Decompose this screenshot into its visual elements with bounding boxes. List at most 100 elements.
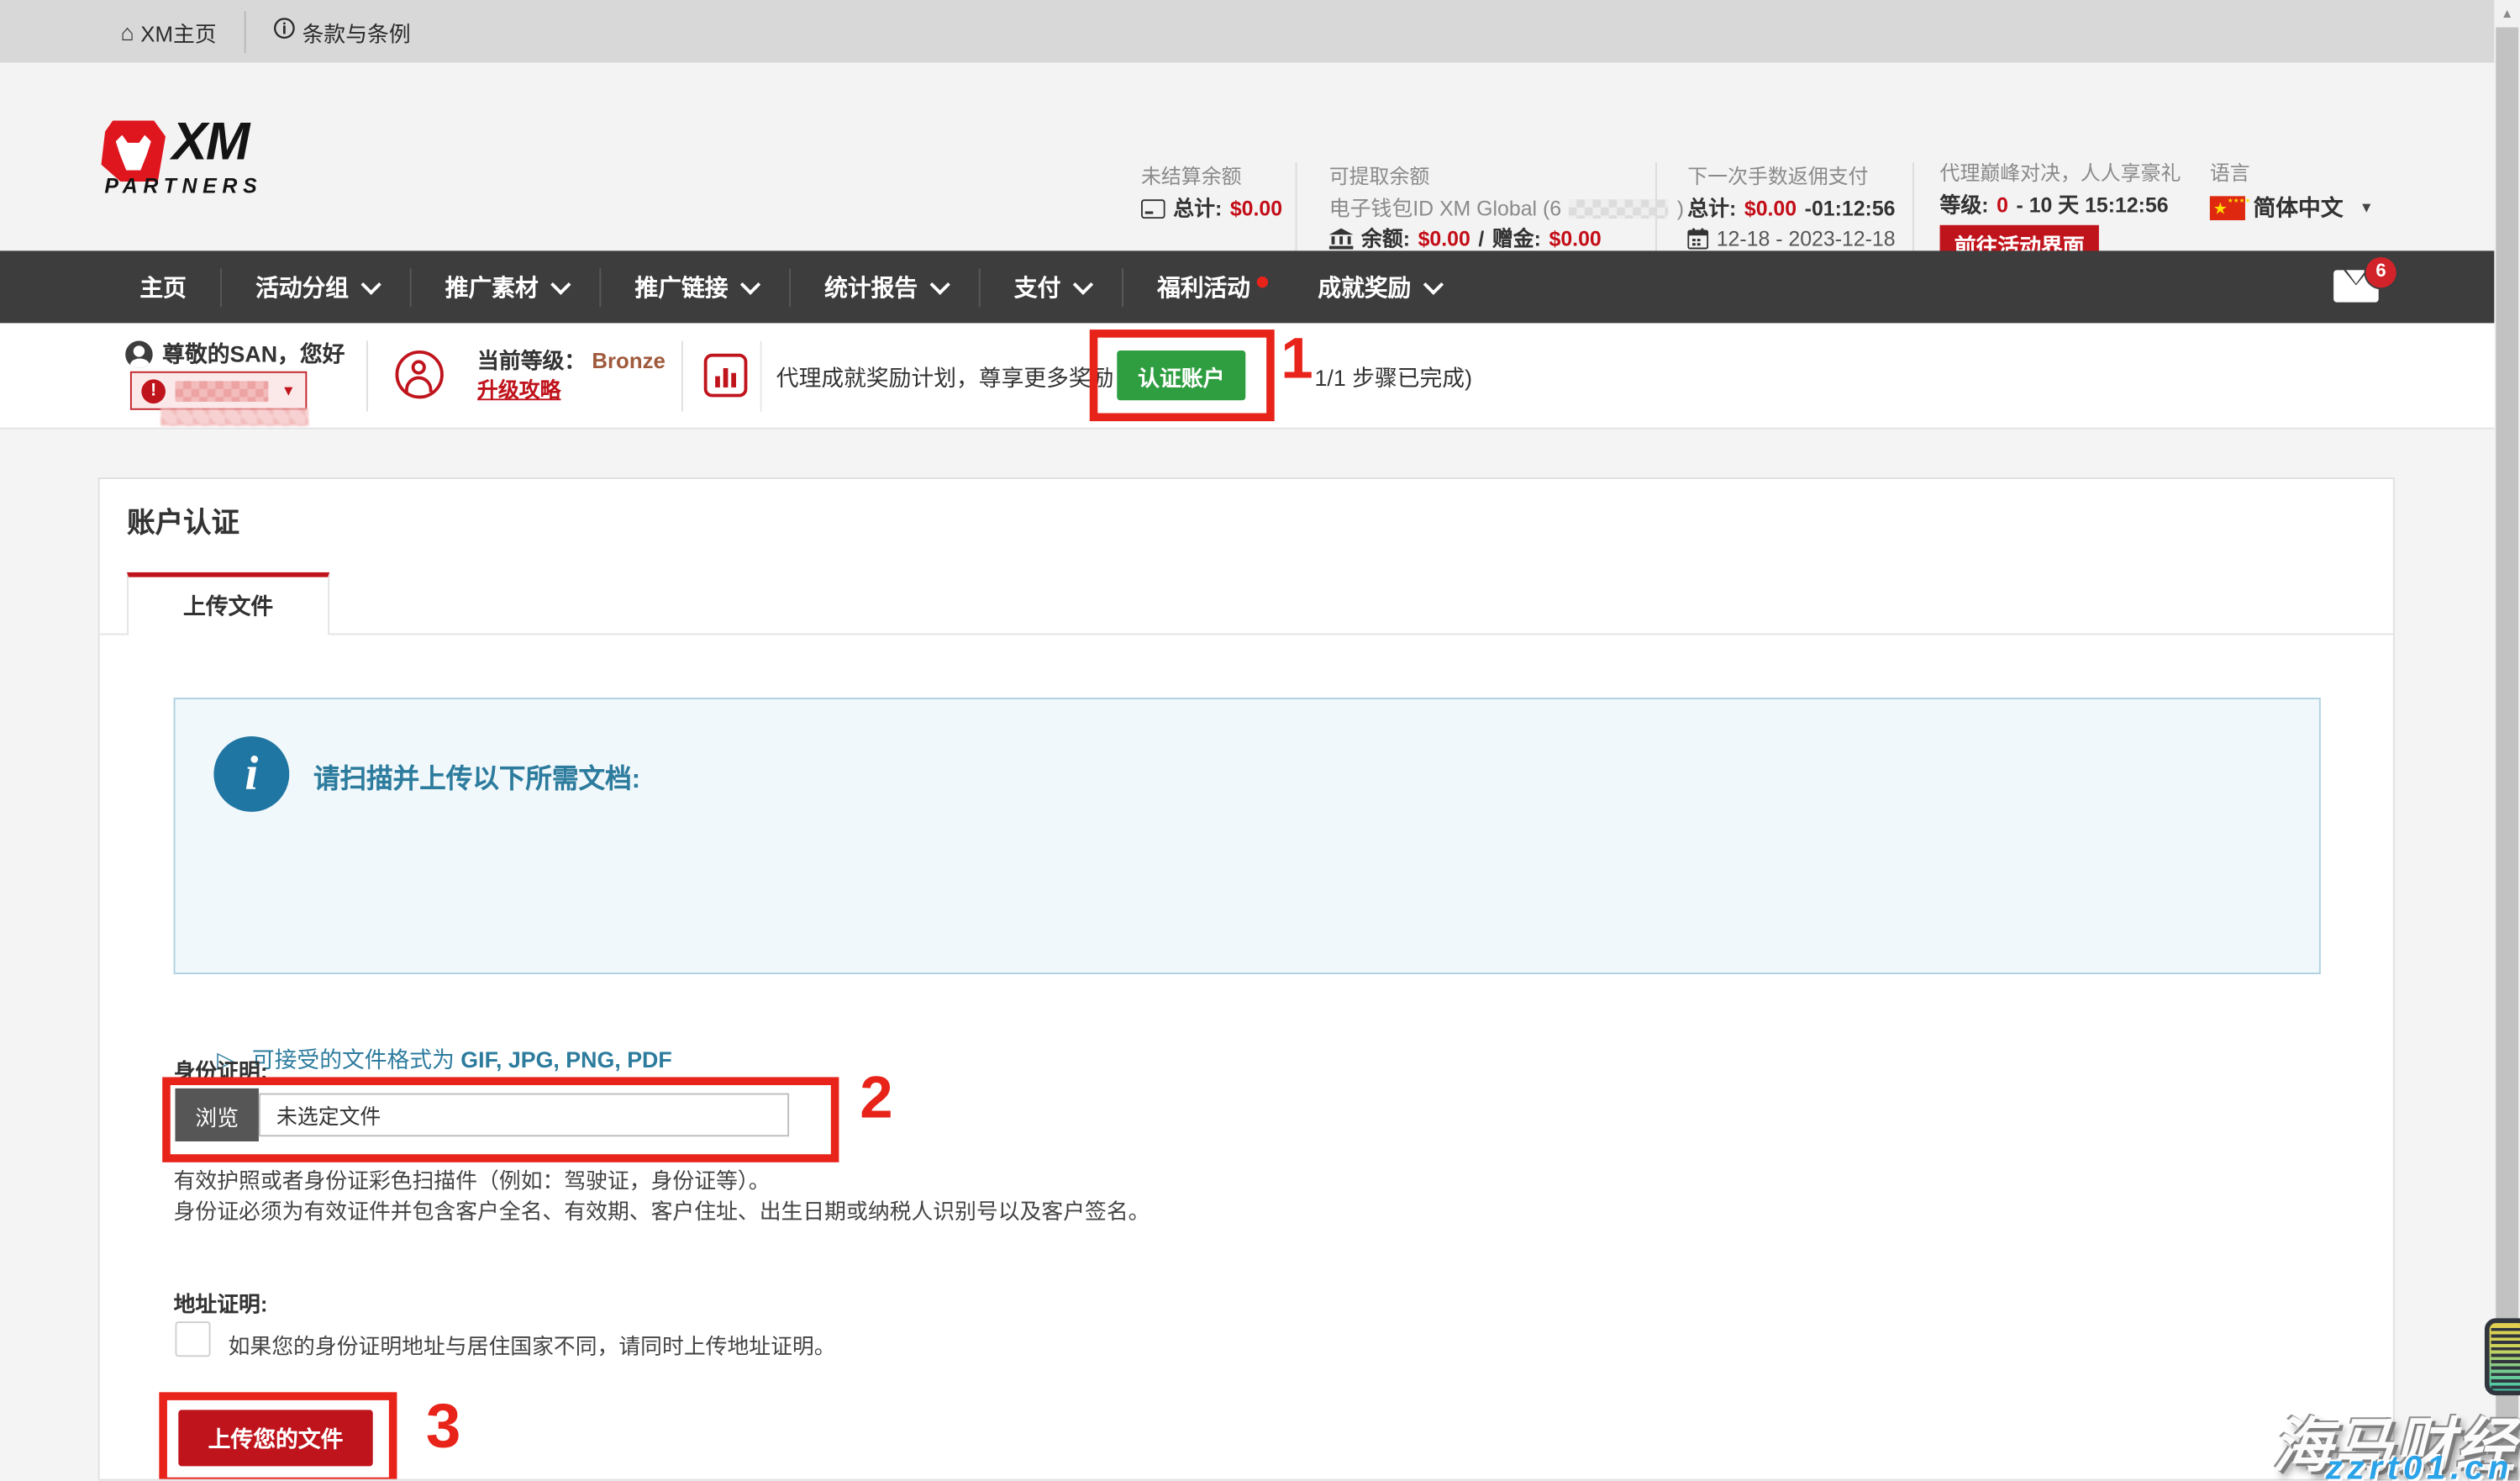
annotation-digit-1: 1: [1281, 329, 1313, 387]
bank-icon: [1329, 229, 1354, 250]
next-rebate-block: 下一次手数返佣支付 总计: $0.00 -01:12:56 12-18 - 20…: [1687, 162, 1895, 254]
watermark-site: zzrt01.cn: [2326, 1450, 2514, 1480]
date-range: 12-18 - 2023-12-18: [1717, 224, 1896, 254]
countdown: -01:12:56: [1805, 193, 1896, 224]
chevron-down-icon: [550, 275, 571, 295]
divider: [760, 340, 762, 411]
promo-text: 代理成就奖励计划，尊享更多奖励！: [776, 361, 1136, 393]
withdrawable-label: 可提取余额: [1329, 162, 1684, 192]
vertical-scrollbar[interactable]: ▲: [2494, 0, 2520, 1481]
home-icon: ⌂: [120, 18, 134, 45]
level-label: 等级:: [1940, 190, 1989, 220]
redaction-blur: [160, 408, 308, 426]
level-block: 当前等级： Bronze 升级攻略: [477, 347, 666, 405]
chevron-down-icon: [1073, 275, 1093, 295]
address-proof-label: 地址证明:: [174, 1286, 268, 1318]
total-value: $0.00: [1744, 193, 1797, 224]
balance-label: 余额:: [1361, 224, 1410, 254]
chevron-down-icon: [360, 275, 381, 295]
level-person-icon: [396, 350, 444, 398]
unsettled-balance-block: 未结算余额 总计: $0.00: [1141, 162, 1282, 224]
language-selector[interactable]: ★★★★★ 简体中文 ▼: [2210, 193, 2374, 224]
xm-home-label: XM主页: [140, 15, 216, 47]
level-value: 0: [1997, 190, 2008, 220]
identity-desc-2: 身份证必须为有效证件并包含客户全名、有效期、客户住址、出生日期或纳税人识别号以及…: [174, 1196, 1150, 1226]
divider: [1655, 162, 1657, 256]
nav-item-reports[interactable]: 统计报告: [791, 270, 979, 303]
card-icon: [1141, 198, 1165, 218]
top-utility-bar: ⌂ XM主页 🛈 条款与条例: [0, 0, 2520, 63]
language-label: 语言: [2210, 159, 2374, 189]
wallet-id-prefix: 电子钱包ID XM Global (6: [1329, 193, 1561, 224]
divider: [366, 340, 368, 411]
balance-value: $0.00: [1418, 224, 1470, 254]
tab-upload-documents[interactable]: 上传文件: [127, 572, 329, 635]
identity-file-input: 浏览 未选定文件: [175, 1088, 789, 1141]
china-flag-icon: ★★★★★: [2210, 196, 2245, 220]
total-label: 总计:: [1687, 193, 1736, 224]
achievement-chart-icon: [704, 354, 748, 398]
wallet-id-redaction: [1570, 198, 1670, 218]
terms-link[interactable]: 🛈 条款与条例: [273, 12, 411, 50]
mail-badge: 6: [2364, 255, 2397, 288]
nav-item-home[interactable]: 主页: [106, 270, 220, 303]
accepted-formats: GIF, JPG, PNG, PDF: [460, 1046, 671, 1073]
user-icon: [125, 340, 153, 368]
divider: [1912, 162, 1914, 256]
scrollbar-thumb[interactable]: [2496, 28, 2518, 1481]
next-rebate-label: 下一次手数返佣支付: [1687, 162, 1895, 192]
nav-item-benefits[interactable]: 福利活动: [1123, 270, 1284, 303]
level-label: 当前等级：: [477, 349, 586, 373]
xm-partners-logo[interactable]: XM PARTNERS: [101, 116, 423, 213]
language-block: 语言 ★★★★★ 简体中文 ▼: [2210, 159, 2374, 224]
page-title: 账户认证: [127, 502, 239, 542]
file-input-field[interactable]: 未选定文件: [259, 1094, 789, 1137]
chevron-down-icon: [930, 275, 950, 295]
nav-item-campaign-groups[interactable]: 活动分组: [222, 270, 410, 303]
account-verification-card: 账户认证 上传文件 i 请扫描并上传以下所需文档: ▷ 可接受的文件格式为 GI…: [98, 477, 2395, 1480]
browse-button[interactable]: 浏览: [175, 1088, 258, 1141]
info-box: i 请扫描并上传以下所需文档: ▷ 可接受的文件格式为 GIF, JPG, PN…: [174, 698, 2321, 974]
scrollbar-up-arrow[interactable]: ▲: [2494, 0, 2520, 28]
level-value: Bronze: [592, 349, 666, 373]
notification-dot: [1257, 277, 1268, 287]
address-checkbox-text: 如果您的身份证明地址与居住国家不同，请同时上传地址证明。: [229, 1328, 836, 1360]
total-label: 总计:: [1173, 193, 1222, 224]
info-icon: i: [213, 736, 289, 812]
calendar-icon: [1687, 229, 1708, 250]
info-heading: 请扫描并上传以下所需文档:: [313, 757, 640, 796]
account-id-redaction: [175, 380, 268, 401]
info-icon: 🛈: [273, 12, 296, 50]
level-suffix: - 10 天 15:12:56: [2017, 190, 2169, 220]
chevron-down-icon: [740, 275, 760, 295]
withdrawable-balance-block: 可提取余额 电子钱包ID XM Global (6 ) 余额: $0.00 / …: [1329, 162, 1684, 254]
nav-item-achievements[interactable]: 成就奖励: [1284, 270, 1472, 303]
divider: [1296, 162, 1297, 256]
upload-files-button[interactable]: 上传您的文件: [178, 1410, 372, 1466]
page: ⌂ XM主页 🛈 条款与条例 XM PARTNERS 未结算余额 总计: $0.…: [0, 0, 2520, 1481]
language-value: 简体中文: [2254, 193, 2344, 224]
slash: /: [1478, 224, 1484, 254]
identity-desc-1: 有效护照或者身份证彩色扫描件（例如：驾驶证，身份证等）。: [174, 1166, 771, 1196]
upgrade-link[interactable]: 升级攻略: [477, 377, 560, 402]
divider: [681, 340, 683, 411]
terms-label: 条款与条例: [303, 15, 411, 47]
main-nav: 主页 活动分组 推广素材 推广链接 统计报告 支付 福利活动 成就奖励 6: [0, 250, 2494, 323]
nav-item-promo-links[interactable]: 推广链接: [601, 270, 789, 303]
bonus-value: $0.00: [1549, 224, 1602, 254]
account-dropdown[interactable]: ! ▼: [130, 372, 307, 410]
chevron-down-icon: ▼: [281, 382, 296, 398]
mail-button[interactable]: 6: [2333, 269, 2381, 304]
nav-item-payments[interactable]: 支付: [981, 270, 1122, 303]
header: XM PARTNERS 未结算余额 总计: $0.00 可提取余额 电子钱包ID…: [0, 63, 2520, 251]
annotation-box-1: [1090, 329, 1275, 421]
nav-item-promo-materials[interactable]: 推广素材: [412, 270, 600, 303]
contest-label: 代理巅峰对决，人人享豪礼: [1940, 159, 2181, 189]
file-placeholder: 未选定文件: [276, 1099, 381, 1130]
xm-home-link[interactable]: ⌂ XM主页: [120, 15, 216, 47]
bonus-label: 赠金:: [1492, 224, 1541, 254]
address-proof-checkbox[interactable]: [175, 1321, 210, 1357]
total-value: $0.00: [1230, 193, 1282, 224]
steps-completed-text: 1/1 步骤已完成): [1315, 361, 1472, 393]
info-bullet-formats: ▷ 可接受的文件格式为 GIF, JPG, PNG, PDF: [217, 1043, 672, 1075]
